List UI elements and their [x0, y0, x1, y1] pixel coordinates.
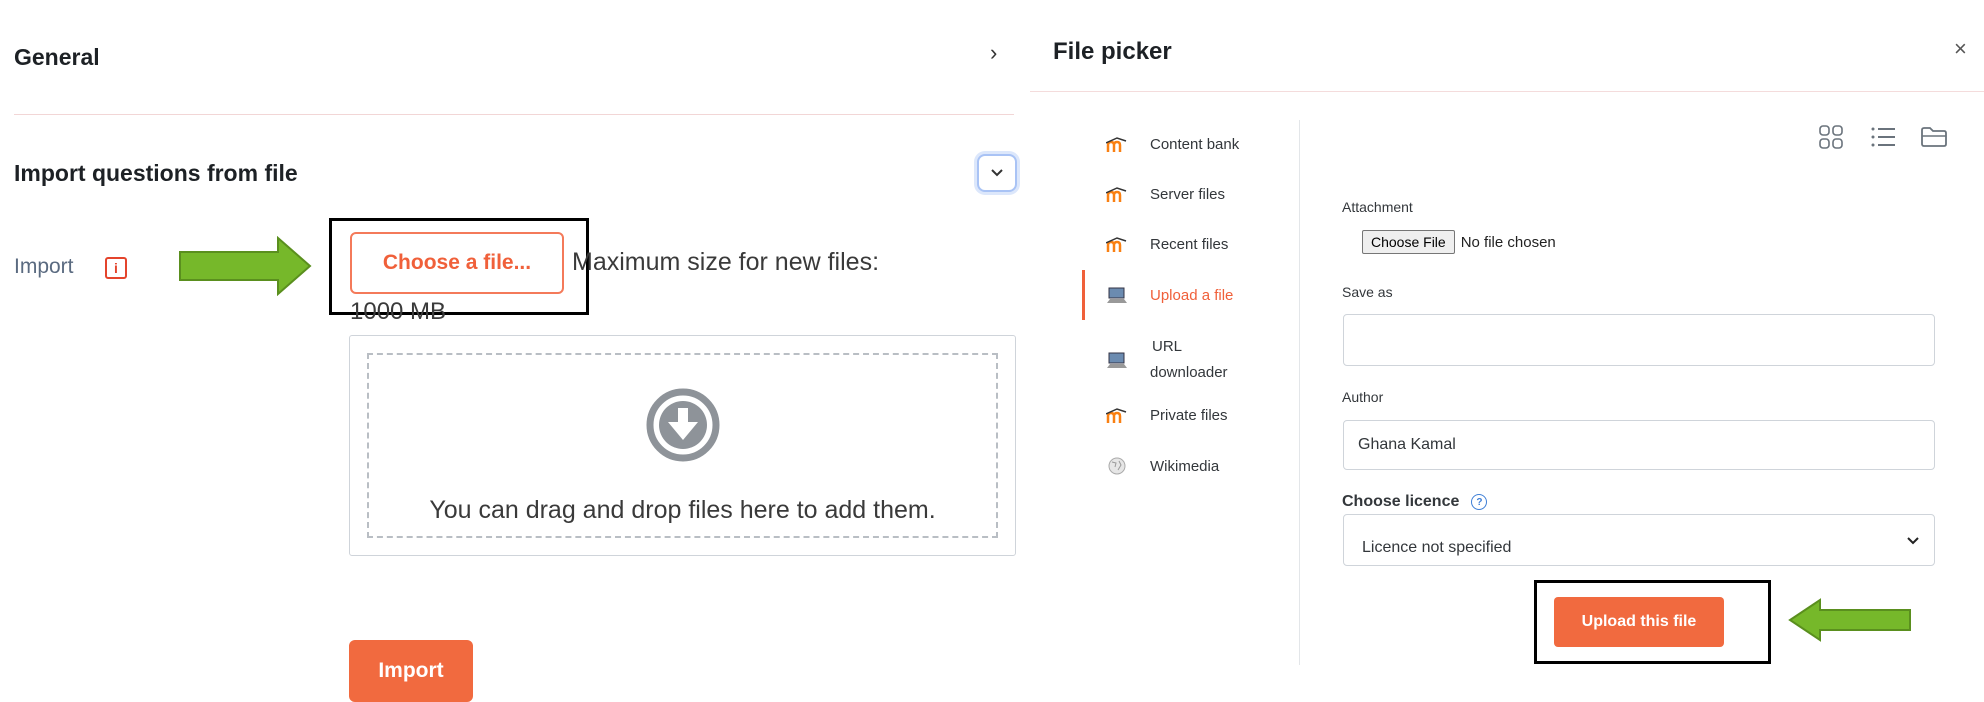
repo-label: Server files	[1150, 186, 1226, 203]
chevron-right-icon[interactable]: ›	[990, 40, 997, 66]
save-as-label: Save as	[1342, 284, 1393, 300]
repo-wikimedia[interactable]: Wikimedia	[1104, 456, 1219, 476]
help-icon[interactable]: ?	[1471, 494, 1488, 510]
repo-server-files[interactable]: Server files	[1104, 186, 1225, 203]
repo-url-downloader[interactable]: URL downloader	[1104, 334, 1228, 386]
url-computer-icon	[1107, 352, 1127, 368]
repo-label-wrap: URL downloader	[1150, 334, 1228, 386]
info-icon[interactable]: i	[105, 257, 127, 279]
licence-label-row: Choose licence ?	[1342, 493, 1488, 511]
choose-file-button[interactable]: Choose a file...	[350, 232, 564, 294]
repo-recent-files[interactable]: Recent files	[1104, 236, 1228, 253]
drop-instructions: You can drag and drop files here to add …	[429, 496, 936, 524]
green-arrow-right-icon	[179, 236, 312, 296]
repo-label: Wikimedia	[1150, 457, 1220, 475]
wikipedia-globe-icon	[1108, 457, 1126, 475]
folder-view-icon[interactable]	[1920, 126, 1948, 148]
moodle-logo-icon	[1106, 407, 1127, 423]
green-arrow-left-icon	[1788, 598, 1911, 642]
max-size-text: Maximum size for new files:	[572, 248, 880, 276]
max-size-value: 1000 MB	[350, 298, 447, 325]
general-section-title[interactable]: General	[14, 44, 100, 71]
close-icon[interactable]: ×	[1954, 36, 1967, 62]
licence-select[interactable]: Licence not specified	[1343, 514, 1935, 566]
download-arrow-icon	[646, 388, 720, 462]
attachment-file-input[interactable]: Choose File No file chosen	[1362, 230, 1556, 254]
active-indicator	[1082, 270, 1085, 320]
repo-upload-a-file[interactable]: Upload a file	[1104, 286, 1233, 304]
collapse-section-button[interactable]	[977, 154, 1017, 192]
chevron-down-icon	[1907, 537, 1919, 545]
attachment-label: Attachment	[1342, 199, 1413, 215]
grid-view-icon[interactable]	[1818, 124, 1844, 150]
author-input[interactable]: Ghana Kamal	[1343, 420, 1935, 470]
author-label: Author	[1342, 389, 1384, 405]
file-picker-header-divider	[1030, 91, 1984, 92]
repo-label: Upload a file	[1150, 286, 1234, 304]
moodle-logo-icon	[1106, 236, 1127, 252]
upload-this-file-button[interactable]: Upload this file	[1554, 597, 1724, 647]
file-picker-title: File picker	[1053, 38, 1172, 65]
import-section-title: Import questions from file	[14, 160, 298, 186]
import-button[interactable]: Import	[349, 640, 473, 702]
moodle-logo-icon	[1106, 136, 1127, 152]
repo-label-line2: downloader	[1150, 364, 1228, 381]
repo-label: Recent files	[1150, 236, 1229, 253]
import-field-label: Import	[14, 255, 74, 278]
repo-content-bank[interactable]: Content bank	[1104, 136, 1239, 153]
sidebar-divider	[1299, 120, 1300, 665]
section-divider	[14, 114, 1014, 115]
chevron-down-icon	[991, 169, 1003, 177]
licence-label: Choose licence	[1342, 493, 1460, 510]
repo-label-line1: URL	[1152, 338, 1183, 355]
upload-computer-icon	[1107, 287, 1127, 303]
repo-label: Content bank	[1150, 136, 1240, 153]
moodle-logo-icon	[1106, 186, 1127, 202]
licence-selected-value: Licence not specified	[1362, 539, 1512, 556]
repo-label: Private files	[1150, 407, 1228, 424]
no-file-chosen-text: No file chosen	[1460, 233, 1556, 251]
list-view-icon[interactable]	[1870, 126, 1896, 148]
repo-private-files[interactable]: Private files	[1104, 407, 1228, 424]
choose-file-native-button[interactable]: Choose File	[1362, 230, 1455, 254]
file-drop-area[interactable]: You can drag and drop files here to add …	[349, 335, 1016, 556]
save-as-input[interactable]	[1343, 314, 1935, 366]
